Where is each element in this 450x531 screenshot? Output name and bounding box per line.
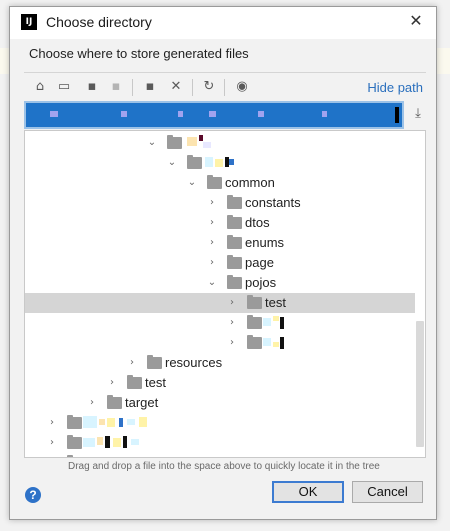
redacted-label	[205, 155, 235, 169]
folder-icon	[67, 455, 73, 457]
tree-row-label: common	[225, 175, 275, 190]
chevron-right-icon[interactable]: ›	[85, 395, 99, 411]
directory-tree[interactable]: ⌄ ⌄ ⌄ common › constants › dtos › enums	[24, 130, 426, 458]
desktop-icon[interactable]: ▭	[56, 79, 72, 95]
tree-row[interactable]: › page	[25, 253, 415, 273]
tree-row[interactable]: ⌄ common	[25, 173, 415, 193]
show-hidden-files-icon[interactable]: ◉	[234, 79, 250, 95]
chevron-right-icon[interactable]: ›	[205, 195, 219, 211]
project-directory-icon[interactable]: ▪	[84, 79, 100, 95]
redacted-label	[187, 135, 217, 149]
help-icon[interactable]: ?	[25, 487, 41, 503]
hide-path-link[interactable]: Hide path	[367, 80, 423, 95]
chevron-right-icon[interactable]: ›	[225, 295, 239, 311]
folder-icon	[107, 395, 122, 409]
folder-icon	[187, 155, 202, 169]
folder-icon	[67, 415, 82, 429]
redacted-label	[263, 335, 287, 349]
folder-icon	[247, 335, 262, 349]
folder-icon	[227, 195, 242, 209]
tree-row[interactable]: › resources	[25, 353, 415, 373]
tree-row[interactable]: ›	[25, 313, 415, 333]
chevron-right-icon[interactable]: ›	[125, 355, 139, 371]
file-chooser-toolbar: ⌂ ▭ ▪ ▪ ▪ ✕ ↻ ◉ Hide path	[24, 72, 426, 99]
redacted-label	[83, 415, 153, 429]
intellij-app-icon: IJ	[21, 14, 37, 30]
tree-row-label: enums	[245, 235, 285, 250]
close-icon[interactable]: ✕	[406, 12, 426, 32]
tree-row[interactable]: › constants	[25, 193, 415, 213]
tree-row[interactable]: ›	[25, 413, 415, 433]
module-directory-icon[interactable]: ▪	[108, 79, 124, 95]
tree-row[interactable]: › test	[25, 373, 415, 393]
tree-row-label: pojos	[245, 275, 277, 290]
toolbar-separator	[192, 79, 193, 96]
home-icon[interactable]: ⌂	[32, 79, 48, 95]
chevron-right-icon[interactable]: ›	[225, 335, 239, 351]
tree-row-label: dtos	[245, 215, 270, 230]
tree-row[interactable]: › target	[25, 393, 415, 413]
tree-row[interactable]: › enums	[25, 233, 415, 253]
folder-icon	[127, 375, 142, 389]
drag-drop-hint: Drag and drop a file into the space abov…	[68, 461, 380, 472]
title-bar: IJ Choose directory ✕	[10, 7, 436, 39]
path-bar: ⤓	[24, 101, 426, 129]
tree-row[interactable]: ⌄	[25, 133, 415, 153]
dialog-subtitle: Choose where to store generated files	[29, 46, 249, 61]
tree-row-label: target	[125, 395, 159, 410]
folder-icon	[67, 435, 82, 449]
folder-icon	[227, 275, 242, 289]
folder-icon	[147, 355, 162, 369]
tree-row[interactable]: ⌄ pojos	[25, 273, 415, 293]
choose-directory-dialog: IJ Choose directory ✕ Choose where to st…	[9, 6, 437, 520]
ok-button[interactable]: OK	[272, 481, 344, 503]
download-path-icon[interactable]: ⤓	[410, 106, 426, 122]
chevron-right-icon[interactable]: ›	[205, 255, 219, 271]
chevron-right-icon[interactable]: ›	[45, 435, 59, 451]
tree-row[interactable]: ⌄	[25, 153, 415, 173]
tree-row[interactable]: › dtos	[25, 213, 415, 233]
tree-row[interactable]: ›	[25, 453, 415, 457]
tree-row-label: test	[145, 375, 166, 390]
tree-row-selected[interactable]: › test	[25, 293, 415, 313]
refresh-icon[interactable]: ↻	[201, 79, 217, 95]
folder-icon	[227, 235, 242, 249]
chevron-down-icon[interactable]: ⌄	[185, 175, 199, 191]
chevron-right-icon[interactable]: ›	[225, 315, 239, 331]
chevron-down-icon[interactable]: ⌄	[165, 155, 179, 171]
tree-row-label: test	[265, 295, 286, 310]
folder-icon	[247, 315, 262, 329]
redacted-label	[263, 315, 287, 329]
chevron-right-icon[interactable]: ›	[45, 415, 59, 431]
toolbar-separator	[132, 79, 133, 96]
tree-row-label: constants	[245, 195, 301, 210]
chevron-right-icon[interactable]: ›	[205, 235, 219, 251]
text-cursor	[395, 107, 399, 123]
dialog-title: Choose directory	[46, 14, 152, 30]
tree-row-label: page	[245, 255, 274, 270]
folder-icon	[167, 135, 182, 149]
tree-scrollbar[interactable]	[416, 321, 424, 447]
chevron-down-icon[interactable]: ⌄	[145, 135, 159, 151]
folder-icon	[227, 255, 242, 269]
tree-row-label: resources	[165, 355, 223, 370]
redacted-label	[83, 435, 143, 449]
toolbar-separator	[224, 79, 225, 96]
folder-icon	[207, 175, 222, 189]
chevron-down-icon[interactable]: ⌄	[205, 275, 219, 291]
tree-row[interactable]: ›	[25, 333, 415, 353]
path-input[interactable]	[24, 101, 404, 129]
tree-row[interactable]: ›	[25, 433, 415, 453]
chevron-right-icon[interactable]: ›	[45, 455, 59, 457]
cancel-button[interactable]: Cancel	[352, 481, 423, 503]
folder-icon	[247, 295, 262, 309]
delete-icon[interactable]: ✕	[168, 79, 184, 95]
chevron-right-icon[interactable]: ›	[105, 375, 119, 391]
chevron-right-icon[interactable]: ›	[205, 215, 219, 231]
folder-icon	[227, 215, 242, 229]
new-folder-icon[interactable]: ▪	[142, 79, 158, 95]
